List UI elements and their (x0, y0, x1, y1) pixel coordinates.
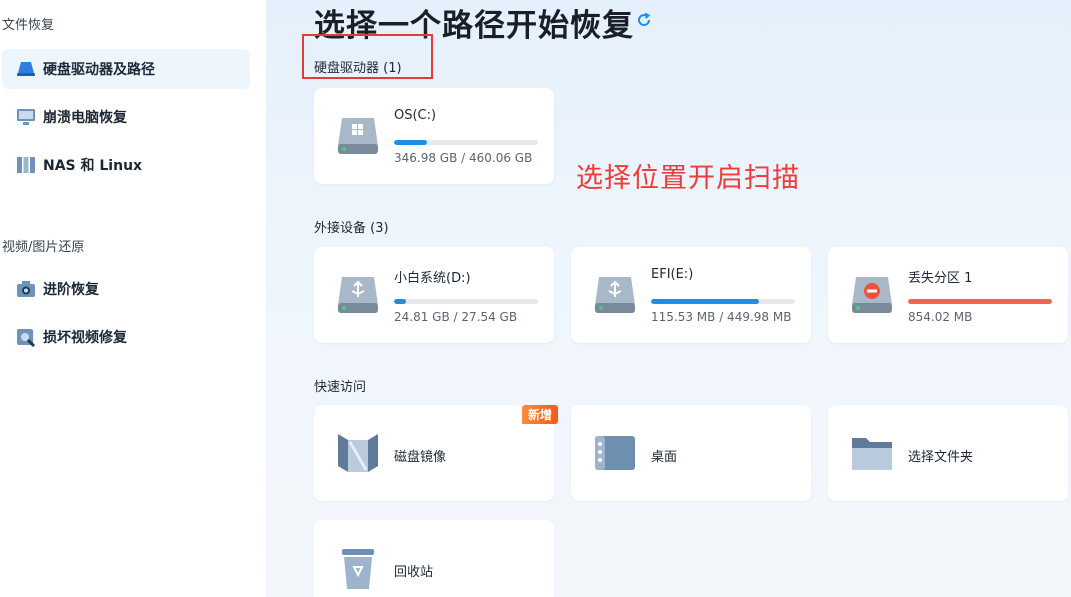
sidebar-item-label: 进阶恢复 (43, 282, 99, 298)
quick-item-name: 回收站 (394, 565, 434, 580)
usage-bar-fill (394, 140, 428, 145)
quick-card-disk-image[interactable]: 磁盘镜像 新增 (314, 405, 558, 501)
drive-icon (16, 59, 36, 79)
refresh-icon[interactable] (636, 12, 652, 28)
drive-size: 854.02 MB (908, 310, 973, 324)
usb-drive-icon (593, 275, 637, 315)
quick-card-recycle-bin[interactable]: 回收站 (314, 520, 554, 597)
sidebar-item-label: NAS 和 Linux (43, 158, 143, 174)
sidebar-item-crash-recovery[interactable]: 崩溃电脑恢复 (2, 97, 250, 137)
usage-bar (651, 299, 795, 304)
main-panel: 选择一个路径开始恢复 硬盘驱动器 (1) OS(C:) 346.98 GB / … (266, 0, 1071, 597)
folder-icon (850, 430, 894, 476)
sidebar-item-drives[interactable]: 硬盘驱动器及路径 (2, 49, 250, 89)
usb-drive-icon (336, 275, 380, 315)
disk-image-icon (336, 430, 380, 476)
drive-card-d[interactable]: 小白系统(D:) 24.81 GB / 27.54 GB (314, 247, 554, 343)
sidebar-item-label: 崩溃电脑恢复 (43, 110, 127, 126)
quick-item-name: 选择文件夹 (908, 450, 974, 465)
lost-partition-icon (850, 275, 894, 315)
group-label-external: 外接设备 (3) (314, 221, 389, 236)
group-label-hard-drives: 硬盘驱动器 (1) (314, 61, 402, 76)
annotation-text: 选择位置开启扫描 (576, 163, 800, 194)
drive-card-c[interactable]: OS(C:) 346.98 GB / 460.06 GB (314, 88, 554, 184)
drive-name: OS(C:) (394, 108, 437, 123)
sidebar-item-label: 硬盘驱动器及路径 (43, 62, 155, 78)
monitor-icon (16, 107, 36, 127)
usage-bar (394, 140, 538, 145)
usage-bar-fill (651, 299, 759, 304)
drive-size: 346.98 GB / 460.06 GB (394, 151, 533, 165)
new-badge: 新增 (521, 405, 558, 424)
usage-bar (908, 299, 1052, 304)
usage-bar (394, 299, 538, 304)
quick-item-name: 桌面 (651, 450, 678, 465)
sidebar-item-nas-linux[interactable]: NAS 和 Linux (2, 145, 250, 185)
quick-item-name: 磁盘镜像 (394, 450, 447, 465)
section-title-file-recovery: 文件恢复 (2, 18, 55, 33)
camera-icon (16, 279, 36, 299)
drive-card-lost-partition[interactable]: 丢失分区 1 854.02 MB (828, 247, 1068, 343)
quick-card-select-folder[interactable]: 选择文件夹 (828, 405, 1068, 501)
group-label-quick-access: 快速访问 (314, 380, 367, 395)
sidebar-item-advanced-recovery[interactable]: 进阶恢复 (2, 269, 250, 309)
desktop-icon (593, 430, 637, 476)
recycle-bin-icon (336, 545, 380, 591)
drive-size: 115.53 MB / 449.98 MB (651, 310, 792, 324)
drive-card-e[interactable]: EFI(E:) 115.53 MB / 449.98 MB (571, 247, 811, 343)
drive-name: 小白系统(D:) (394, 271, 471, 286)
windows-drive-icon (336, 116, 380, 156)
sidebar: 文件恢复 硬盘驱动器及路径 崩溃电脑恢复 NAS 和 Linux 视频/图片还原… (0, 0, 266, 597)
video-repair-icon (16, 327, 36, 347)
usage-bar-fill (394, 299, 406, 304)
sidebar-item-label: 损坏视频修复 (43, 330, 127, 346)
drive-size: 24.81 GB / 27.54 GB (394, 310, 518, 324)
nas-icon (16, 155, 36, 175)
section-title-media-restore: 视频/图片还原 (2, 240, 85, 255)
usage-bar-fill (908, 299, 1052, 304)
drive-name: EFI(E:) (651, 267, 694, 282)
quick-card-desktop[interactable]: 桌面 (571, 405, 811, 501)
sidebar-item-video-repair[interactable]: 损坏视频修复 (2, 317, 250, 357)
drive-name: 丢失分区 1 (908, 271, 973, 286)
